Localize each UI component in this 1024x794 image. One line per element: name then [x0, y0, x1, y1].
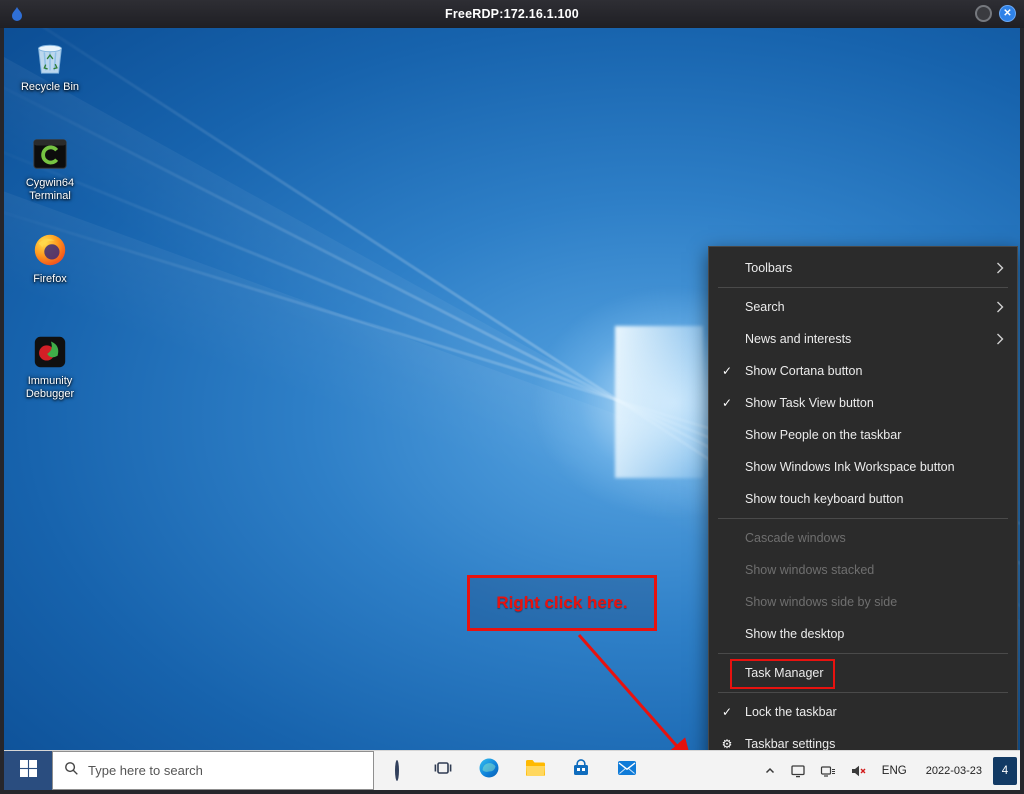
- clock-date[interactable]: 2022-03-23: [916, 765, 992, 777]
- checkmark-icon: ✓: [709, 705, 745, 719]
- desktop-icon-label: Cygwin64 Terminal: [14, 177, 86, 202]
- tray-ethernet-icon[interactable]: [813, 751, 843, 790]
- desktop[interactable]: Recycle Bin Cygwin64 Terminal Firefox Immun…: [4, 28, 1020, 750]
- start-button[interactable]: [4, 751, 52, 790]
- taskbar-app-mail[interactable]: [604, 751, 650, 790]
- menu-item-label: Show touch keyboard button: [745, 492, 1017, 506]
- menu-item-label: News and interests: [745, 332, 996, 346]
- search-icon: [64, 761, 79, 781]
- menu-item-show-windows-stacked: Show windows stacked: [709, 554, 1017, 586]
- menu-separator: [718, 518, 1008, 519]
- menu-item-label: Toolbars: [745, 261, 996, 275]
- menu-item-show-the-desktop[interactable]: Show the desktop: [709, 618, 1017, 650]
- menu-item-cascade-windows: Cascade windows: [709, 522, 1017, 554]
- taskbar-search[interactable]: [52, 751, 374, 790]
- desktop-icon-label: Immunity Debugger: [14, 375, 86, 400]
- notification-badge[interactable]: 4: [993, 757, 1017, 785]
- menu-item-label: Show People on the taskbar: [745, 428, 1017, 442]
- taskbar-app-cortana[interactable]: [374, 751, 420, 790]
- immunity-debugger-icon: [30, 332, 70, 372]
- menu-item-show-cortana-button[interactable]: ✓Show Cortana button: [709, 355, 1017, 387]
- minimize-button[interactable]: [975, 5, 992, 22]
- freerdp-window: FreeRDP:172.16.1.100 ✕ Recycle Bin Cygwin…: [0, 0, 1024, 794]
- menu-item-show-windows-ink-workspace-button[interactable]: Show Windows Ink Workspace button: [709, 451, 1017, 483]
- tray-display-icon[interactable]: [783, 751, 813, 790]
- checkmark-icon: ✓: [709, 364, 745, 378]
- annotation-callout: Right click here.: [467, 575, 657, 631]
- firefox-icon: [30, 230, 70, 270]
- menu-item-show-windows-side-by-side: Show windows side by side: [709, 586, 1017, 618]
- menu-item-show-touch-keyboard-button[interactable]: Show touch keyboard button: [709, 483, 1017, 515]
- mail-icon: [616, 757, 638, 784]
- menu-item-label: Show Task View button: [745, 396, 1017, 410]
- menu-item-label: Show windows side by side: [745, 595, 1017, 609]
- taskbar-app-file-explorer[interactable]: [512, 751, 558, 790]
- window-title: FreeRDP:172.16.1.100: [0, 0, 1024, 28]
- desktop-icon-grid: Recycle Bin Cygwin64 Terminal Firefox Immun…: [12, 28, 88, 750]
- taskbar-app-edge[interactable]: [466, 751, 512, 790]
- desktop-icon-label: Firefox: [33, 273, 67, 286]
- task-view-icon: [433, 758, 453, 783]
- menu-item-label: Show Windows Ink Workspace button: [745, 460, 1017, 474]
- file-explorer-icon: [524, 757, 546, 784]
- taskbar-app-task-view[interactable]: [420, 751, 466, 790]
- desktop-icon-immunity-debugger[interactable]: Immunity Debugger: [12, 332, 88, 400]
- submenu-chevron-icon: [996, 333, 1004, 345]
- menu-item-label: Task Manager: [745, 666, 1017, 680]
- menu-separator: [718, 287, 1008, 288]
- submenu-chevron-icon: [996, 262, 1004, 274]
- menu-item-search[interactable]: Search: [709, 291, 1017, 323]
- desktop-icon-firefox[interactable]: Firefox: [12, 230, 88, 286]
- menu-item-label: Cascade windows: [745, 531, 1017, 545]
- windows-logo-icon: [20, 760, 37, 782]
- menu-item-label: Show the desktop: [745, 627, 1017, 641]
- tray-chevron-up-icon[interactable]: [757, 751, 783, 790]
- desktop-icon-label: Recycle Bin: [21, 81, 79, 94]
- menu-item-label: Show Cortana button: [745, 364, 1017, 378]
- menu-item-show-people-on-the-taskbar[interactable]: Show People on the taskbar: [709, 419, 1017, 451]
- titlebar: FreeRDP:172.16.1.100 ✕: [0, 0, 1024, 28]
- menu-item-label: Lock the taskbar: [745, 705, 1017, 719]
- taskbar-context-menu: ToolbarsSearchNews and interests✓Show Co…: [708, 246, 1018, 750]
- menu-item-lock-the-taskbar[interactable]: ✓Lock the taskbar: [709, 696, 1017, 728]
- close-button[interactable]: ✕: [999, 5, 1016, 22]
- annotation-text: Right click here.: [496, 593, 627, 613]
- edge-icon: [478, 757, 500, 784]
- menu-item-toolbars[interactable]: Toolbars: [709, 252, 1017, 284]
- menu-item-taskbar-settings[interactable]: ⚙Taskbar settings: [709, 728, 1017, 750]
- menu-separator: [718, 653, 1008, 654]
- recycle-bin-icon: [30, 38, 70, 78]
- menu-item-label: Search: [745, 300, 996, 314]
- menu-item-news-and-interests[interactable]: News and interests: [709, 323, 1017, 355]
- search-input[interactable]: [88, 763, 362, 778]
- menu-item-label: Show windows stacked: [745, 563, 1017, 577]
- system-tray: ENG 2022-03-23 4: [757, 751, 1020, 790]
- menu-item-show-task-view-button[interactable]: ✓Show Task View button: [709, 387, 1017, 419]
- submenu-chevron-icon: [996, 301, 1004, 313]
- desktop-icon-recycle-bin[interactable]: Recycle Bin: [12, 38, 88, 94]
- menu-separator: [718, 692, 1008, 693]
- microsoft-store-icon: [571, 758, 591, 783]
- gear-icon: ⚙: [709, 737, 745, 750]
- taskbar-app-microsoft-store[interactable]: [558, 751, 604, 790]
- language-indicator[interactable]: ENG: [873, 765, 916, 777]
- menu-item-label: Taskbar settings: [745, 737, 1017, 750]
- taskbar: ENG 2022-03-23 4: [4, 750, 1020, 790]
- desktop-icon-cygwin-terminal[interactable]: Cygwin64 Terminal: [12, 134, 88, 202]
- cortana-icon: [395, 762, 399, 780]
- cygwin-terminal-icon: [30, 134, 70, 174]
- menu-item-task-manager[interactable]: Task Manager: [709, 657, 1017, 689]
- checkmark-icon: ✓: [709, 396, 745, 410]
- tray-volume-muted-icon[interactable]: [843, 751, 873, 790]
- taskbar-apps: [374, 751, 650, 790]
